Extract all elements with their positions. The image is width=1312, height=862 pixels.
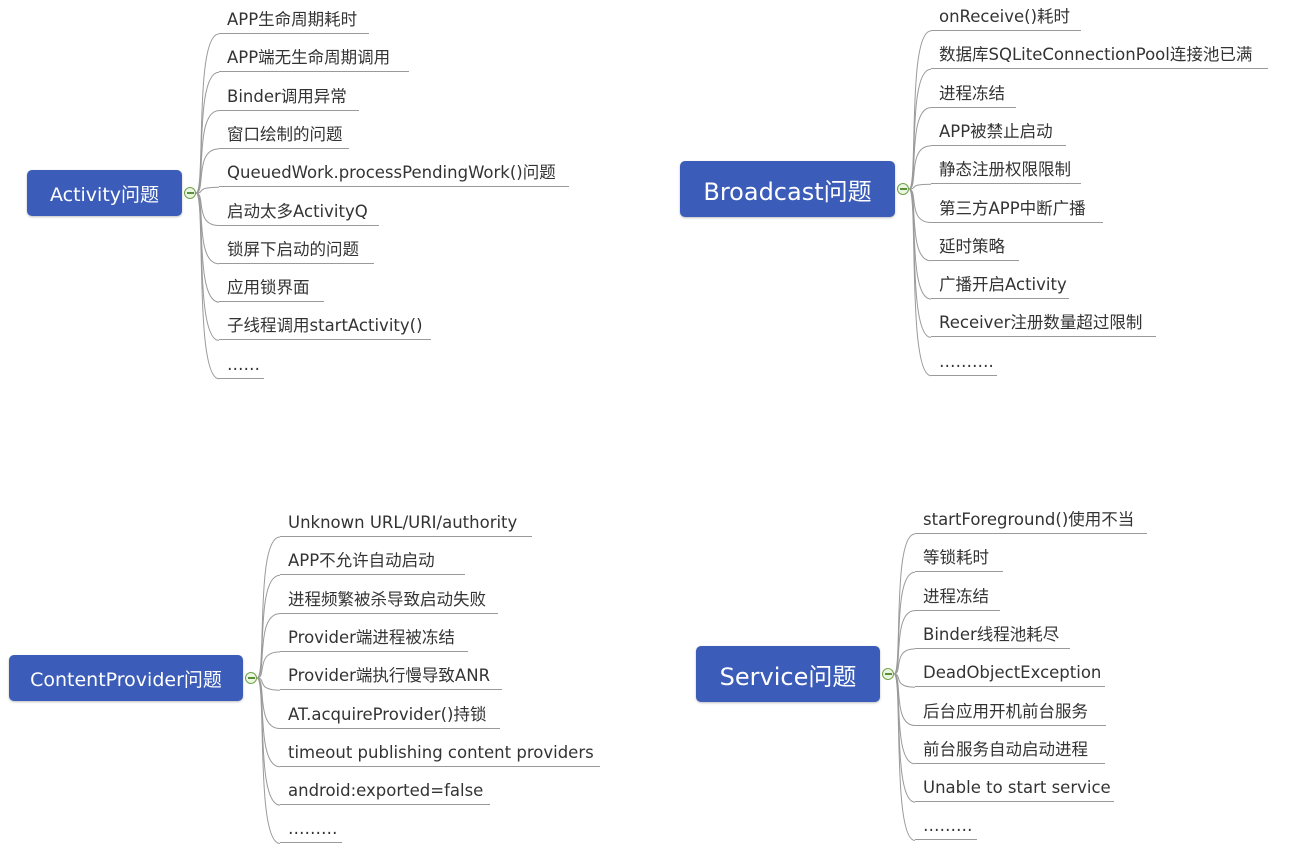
- service-connector: [893, 571, 916, 675]
- activity-connector: [195, 192, 220, 341]
- broadcast-leaf-item[interactable]: ……….: [931, 348, 997, 376]
- activity-leaf-item[interactable]: ……: [219, 351, 264, 379]
- activity-root-node[interactable]: Activity问题: [27, 170, 182, 216]
- broadcast-root-node[interactable]: Broadcast问题: [680, 161, 895, 217]
- broadcast-leaf-item[interactable]: onReceive()耗时: [931, 3, 1081, 31]
- activity-collapse-toggle-icon[interactable]: [184, 187, 196, 199]
- contentprovider-collapse-toggle-icon[interactable]: [245, 672, 257, 684]
- broadcast-connector: [908, 188, 932, 377]
- contentprovider-leaf-item[interactable]: ………: [280, 815, 342, 844]
- contentprovider-leaf-item[interactable]: AT.acquireProvider()持锁: [280, 701, 500, 729]
- service-leaf-item[interactable]: 前台服务自动启动进程: [915, 736, 1105, 764]
- broadcast-leaf-item[interactable]: 延时策略: [931, 233, 1019, 261]
- service-connector: [893, 610, 916, 675]
- contentprovider-connector: [256, 677, 281, 844]
- activity-leaf-item[interactable]: Binder调用异常: [219, 83, 359, 111]
- service-leaf-item[interactable]: ………: [915, 812, 977, 841]
- service-connector: [893, 673, 916, 841]
- service-leaf-item[interactable]: DeadObjectException: [915, 659, 1105, 688]
- activity-leaf-item[interactable]: 子线程调用startActivity(): [219, 312, 431, 341]
- broadcast-leaf-item[interactable]: 第三方APP中断广播: [931, 195, 1103, 223]
- activity-connector: [195, 33, 220, 194]
- connector-lines: [195, 30, 932, 844]
- service-leaf-item[interactable]: 进程冻结: [915, 583, 1000, 611]
- contentprovider-leaf-item[interactable]: 进程频繁被杀导致启动失败: [280, 586, 498, 614]
- broadcast-leaf-item[interactable]: 数据库SQLiteConnectionPool连接池已满: [931, 41, 1268, 70]
- service-collapse-toggle-icon[interactable]: [882, 668, 894, 680]
- activity-leaf-item[interactable]: 启动太多ActivityQ: [219, 198, 379, 226]
- broadcast-leaf-item[interactable]: 广播开启Activity: [931, 271, 1069, 300]
- broadcast-leaf-item[interactable]: Receiver注册数量超过限制: [931, 309, 1156, 338]
- activity-leaf-item[interactable]: QueuedWork.processPendingWork()问题: [219, 159, 569, 188]
- contentprovider-leaf-item[interactable]: Provider端执行慢导致ANR: [280, 662, 502, 691]
- contentprovider-connector: [256, 536, 281, 679]
- broadcast-collapse-toggle-icon[interactable]: [897, 183, 909, 195]
- activity-leaf-item[interactable]: 锁屏下启动的问题: [219, 236, 374, 264]
- service-connector: [893, 533, 916, 675]
- contentprovider-root-node[interactable]: ContentProvider问题: [9, 655, 243, 701]
- service-leaf-item[interactable]: Binder线程池耗尽: [915, 621, 1070, 649]
- activity-connector: [195, 192, 220, 380]
- activity-leaf-item[interactable]: APP生命周期耗时: [219, 6, 369, 34]
- broadcast-leaf-item[interactable]: 静态注册权限限制: [931, 156, 1081, 185]
- broadcast-leaf-item[interactable]: 进程冻结: [931, 80, 1016, 108]
- broadcast-leaf-item[interactable]: APP被禁止启动: [931, 118, 1066, 146]
- activity-leaf-item[interactable]: 窗口绘制的问题: [219, 121, 349, 149]
- service-leaf-item[interactable]: Unable to start service: [915, 774, 1114, 803]
- activity-leaf-item[interactable]: 应用锁界面: [219, 274, 324, 303]
- service-leaf-item[interactable]: 等锁耗时: [915, 544, 1003, 573]
- broadcast-connector: [908, 30, 932, 190]
- service-leaf-item[interactable]: startForeground()使用不当: [915, 506, 1147, 534]
- contentprovider-leaf-item[interactable]: APP不允许自动启动: [280, 547, 465, 576]
- service-root-node[interactable]: Service问题: [696, 646, 880, 702]
- activity-leaf-item[interactable]: APP端无生命周期调用: [219, 44, 409, 73]
- contentprovider-leaf-item[interactable]: timeout publishing content providers: [280, 739, 600, 767]
- contentprovider-leaf-item[interactable]: android:exported=false: [280, 777, 490, 806]
- contentprovider-leaf-item[interactable]: Provider端进程被冻结: [280, 624, 468, 652]
- service-leaf-item[interactable]: 后台应用开机前台服务: [915, 698, 1106, 726]
- contentprovider-leaf-item[interactable]: Unknown URL/URI/authority: [280, 509, 532, 537]
